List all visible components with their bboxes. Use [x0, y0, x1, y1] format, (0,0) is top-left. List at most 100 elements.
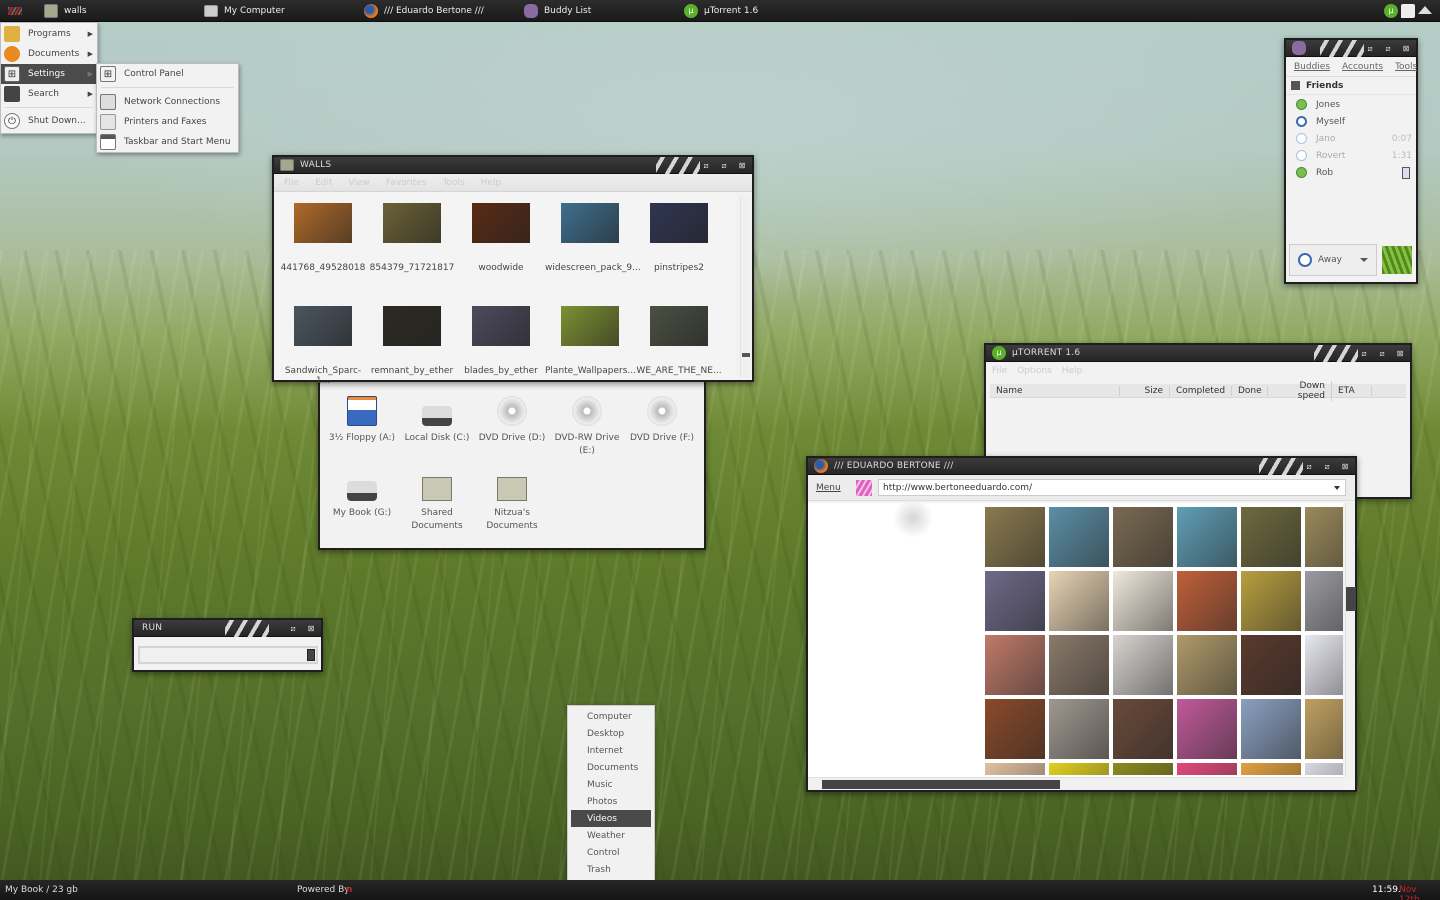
drive-item[interactable]: DVD-RW Drive (E:)	[549, 396, 625, 458]
artwork-thumbnail[interactable]	[1177, 763, 1237, 775]
close-button[interactable]: ⊠	[738, 161, 746, 170]
places-item-control[interactable]: Control	[568, 844, 654, 861]
artwork-thumbnail[interactable]	[1241, 571, 1301, 631]
artwork-thumbnail[interactable]	[1113, 635, 1173, 695]
artwork-thumbnail[interactable]	[985, 763, 1045, 775]
maximize-button[interactable]: ⧄	[720, 161, 728, 170]
minimize-button[interactable]: ⧄	[1360, 349, 1368, 358]
artwork-thumbnail[interactable]	[1113, 699, 1173, 759]
url-dropdown-icon[interactable]	[1334, 486, 1340, 490]
maximize-button[interactable]: ⧄	[1323, 462, 1331, 471]
places-item-documents[interactable]: Documents	[568, 759, 654, 776]
scrollbar-thumb[interactable]	[822, 780, 1060, 789]
buddy-item[interactable]: Jano 0:07	[1286, 130, 1416, 147]
artwork-thumbnail[interactable]	[1305, 507, 1343, 567]
menu-view[interactable]: View	[349, 178, 370, 188]
scrollbar-thumb[interactable]	[1346, 587, 1356, 611]
close-button[interactable]: ⊠	[1396, 349, 1404, 358]
drive-item[interactable]: DVD Drive (F:)	[624, 396, 700, 445]
file-item[interactable]: pinstripes2	[634, 203, 724, 273]
artwork-thumbnail[interactable]	[985, 507, 1045, 567]
close-button[interactable]: ⊠	[1341, 462, 1349, 471]
artwork-thumbnail[interactable]	[1049, 571, 1109, 631]
start-item-programs[interactable]: Programs ▶	[1, 24, 97, 44]
artwork-thumbnail[interactable]	[1177, 507, 1237, 567]
artwork-thumbnail[interactable]	[985, 699, 1045, 759]
artwork-thumbnail[interactable]	[1177, 699, 1237, 759]
walls-titlebar[interactable]: WALLS ⧄ ⧄ ⊠	[274, 157, 752, 174]
buddy-avatar[interactable]	[1382, 246, 1412, 274]
minimize-button[interactable]: ⧄	[1305, 462, 1313, 471]
task-browser[interactable]: /// Eduardo Bertone ///	[364, 0, 484, 22]
status-selector[interactable]: Away	[1289, 244, 1377, 276]
group-collapse-icon[interactable]	[1291, 81, 1300, 90]
minimize-button[interactable]: ⧄	[1366, 44, 1374, 53]
buddy-titlebar[interactable]: ⧄ ⧄ ⊠	[1286, 40, 1416, 57]
utorrent-titlebar[interactable]: µ µTORRENT 1.6 ⧄ ⧄ ⊠	[986, 345, 1410, 362]
menu-file[interactable]: File	[284, 178, 299, 188]
menu-help[interactable]: Help	[481, 178, 502, 188]
buddy-item[interactable]: Jones	[1286, 96, 1416, 113]
column-header[interactable]: Size	[1120, 385, 1170, 396]
places-item-trash[interactable]: Trash	[568, 861, 654, 878]
places-item-weather[interactable]: Weather	[568, 827, 654, 844]
file-item[interactable]: woodwide	[456, 203, 546, 273]
menu-options[interactable]: Options	[1017, 366, 1052, 376]
buddy-item[interactable]: Rob	[1286, 164, 1416, 181]
file-item[interactable]: WE_ARE_THE_NE...	[634, 306, 724, 376]
drive-item[interactable]: DVD Drive (D:)	[474, 396, 550, 445]
artwork-thumbnail[interactable]	[1241, 763, 1301, 775]
vertical-scrollbar[interactable]	[740, 197, 750, 377]
column-header[interactable]: Down speed	[1268, 380, 1332, 401]
drive-item[interactable]: Shared Documents	[399, 471, 475, 533]
drive-item[interactable]: Nitzua's Documents	[474, 471, 550, 533]
artwork-thumbnail[interactable]	[1113, 763, 1173, 775]
menu-accounts[interactable]: Accounts	[1342, 62, 1383, 72]
buddy-item[interactable]: Myself	[1286, 113, 1416, 130]
artwork-thumbnail[interactable]	[1113, 571, 1173, 631]
artwork-thumbnail[interactable]	[1113, 507, 1173, 567]
browser-vertical-scrollbar[interactable]	[1345, 503, 1356, 777]
places-item-music[interactable]: Music	[568, 776, 654, 793]
drive-item[interactable]: Local Disk (C:)	[399, 396, 475, 445]
start-button[interactable]	[8, 0, 22, 22]
artwork-thumbnail[interactable]	[1177, 571, 1237, 631]
eject-icon[interactable]	[1418, 6, 1432, 14]
artwork-thumbnail[interactable]	[1049, 635, 1109, 695]
submenu-item-printers[interactable]: Printers and Faxes	[97, 112, 238, 132]
run-command-input[interactable]	[140, 648, 304, 662]
artwork-thumbnail[interactable]	[1241, 635, 1301, 695]
artwork-thumbnail[interactable]	[1049, 699, 1109, 759]
places-item-computer[interactable]: Computer	[568, 708, 654, 725]
artwork-thumbnail[interactable]	[1049, 507, 1109, 567]
chat-status-icon[interactable]	[1401, 4, 1415, 18]
places-item-internet[interactable]: Internet	[568, 742, 654, 759]
browser-horizontal-scrollbar[interactable]	[808, 777, 1343, 790]
task-my-computer[interactable]: My Computer	[204, 0, 285, 22]
browser-titlebar[interactable]: /// EDUARDO BERTONE /// ⧄ ⧄ ⊠	[808, 458, 1355, 475]
start-item-search[interactable]: Search ▶	[1, 84, 97, 104]
task-buddy-list[interactable]: Buddy List	[524, 0, 591, 22]
artwork-thumbnail[interactable]	[1241, 699, 1301, 759]
file-item[interactable]: Plante_Wallpapers...	[545, 306, 636, 376]
file-item[interactable]: remnant_by_ether	[367, 306, 457, 376]
maximize-button[interactable]: ⧄	[1378, 349, 1386, 358]
artwork-thumbnail[interactable]	[985, 635, 1045, 695]
maximize-button[interactable]: ⧄	[1384, 44, 1392, 53]
drive-item[interactable]: 3½ Floppy (A:)	[324, 396, 400, 445]
artwork-thumbnail[interactable]	[1305, 699, 1343, 759]
file-item[interactable]: 854379_71721817	[367, 203, 457, 273]
url-bar[interactable]: http://www.bertoneeduardo.com/	[878, 479, 1346, 496]
minimize-button[interactable]: ⧄	[702, 161, 710, 170]
task-walls[interactable]: walls	[44, 0, 87, 22]
start-item-settings[interactable]: ⊞ Settings ▶	[1, 64, 97, 84]
submenu-item-taskbar[interactable]: Taskbar and Start Menu	[97, 132, 238, 152]
run-titlebar[interactable]: RUN ⧄ ⊠	[134, 620, 321, 637]
column-header[interactable]: Completed	[1170, 385, 1232, 396]
maximize-button[interactable]: ⧄	[289, 624, 297, 633]
scrollbar-thumb[interactable]	[742, 353, 750, 357]
menu-tools[interactable]: Tools	[1395, 62, 1417, 72]
menu-help[interactable]: Help	[1062, 366, 1083, 376]
places-item-desktop[interactable]: Desktop	[568, 725, 654, 742]
artwork-thumbnail[interactable]	[1177, 635, 1237, 695]
